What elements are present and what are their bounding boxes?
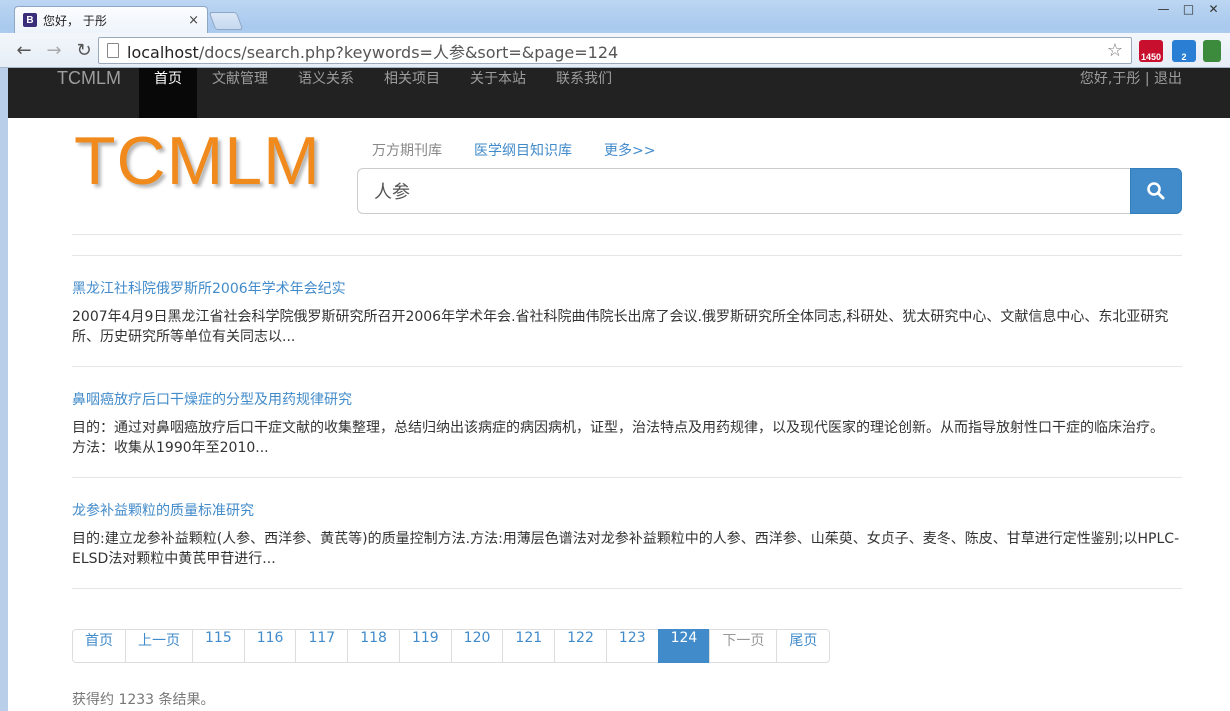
navbar-brand[interactable]: TCMLM: [57, 68, 121, 118]
page-119[interactable]: 119: [398, 629, 452, 663]
nav-links: 首页 文献管理 语义关系 相关项目 关于本站 联系我们: [139, 68, 627, 118]
favicon-icon: B: [23, 13, 37, 27]
window-controls: — □ ✕: [1151, 0, 1226, 18]
browser-tab[interactable]: B 您好， 于彤 ×: [14, 6, 208, 33]
nav-semantic[interactable]: 语义关系: [283, 68, 369, 118]
page-116[interactable]: 116: [243, 629, 297, 663]
page-115[interactable]: 115: [192, 629, 245, 663]
nav-home[interactable]: 首页: [139, 68, 197, 118]
pagination: 首页 上一页 115 116 117 118 119 120 121 122 1…: [72, 629, 831, 663]
nav-projects[interactable]: 相关项目: [369, 68, 455, 118]
page-122[interactable]: 122: [554, 629, 607, 663]
site-logo: TCMLM: [74, 123, 321, 199]
forward-icon[interactable]: →: [42, 39, 66, 61]
tab-strip: B 您好， 于彤 × — □ ✕: [0, 0, 1230, 33]
result-snippet: 目的：通过对鼻咽癌放疗后口干症文献的收集整理，总结归纳出该病症的病因病机，证型，…: [72, 420, 1164, 456]
close-tab-icon[interactable]: ×: [188, 13, 199, 28]
divider: [72, 255, 1182, 256]
nav-contact[interactable]: 联系我们: [541, 68, 627, 118]
page-121[interactable]: 121: [502, 629, 556, 663]
search-bar: [357, 168, 1182, 214]
result-count: 获得约 1233 条结果。: [72, 692, 215, 708]
divider: [72, 366, 1182, 367]
result-snippet: 目的:建立龙参补益颗粒(人参、西洋参、黄芪等)的质量控制方法.方法:用薄层色谱法…: [72, 531, 1180, 567]
checker-extension-icon[interactable]: 2: [1172, 40, 1196, 62]
maximize-icon[interactable]: □: [1176, 0, 1201, 18]
back-icon[interactable]: ←: [12, 39, 36, 61]
user-greeting[interactable]: 您好,于彤 | 退出: [1080, 68, 1182, 118]
new-tab-button[interactable]: [208, 12, 244, 30]
nav-literature[interactable]: 文献管理: [197, 68, 283, 118]
result-title[interactable]: 鼻咽癌放疗后口干燥症的分型及用药规律研究: [72, 389, 352, 409]
source-more[interactable]: 更多>>: [604, 140, 655, 160]
page-first[interactable]: 首页: [72, 629, 126, 663]
divider: [72, 477, 1182, 478]
page-last[interactable]: 尾页: [776, 629, 831, 663]
source-tabs: 万方期刊库 医学纲目知识库 更多>>: [372, 140, 687, 160]
result-title[interactable]: 黑龙江社科院俄罗斯所2006年学术年会纪实: [72, 278, 346, 298]
page-117[interactable]: 117: [295, 629, 349, 663]
search-button[interactable]: [1130, 168, 1182, 214]
browser-chrome: B 您好， 于彤 × — □ ✕ ← → ↻ localhost/docs/se…: [0, 0, 1230, 68]
result-snippet: 2007年4月9日黑龙江省社会科学院俄罗斯研究所召开2006年学术年会.省社科院…: [72, 309, 1169, 345]
page-120[interactable]: 120: [450, 629, 504, 663]
tab-title: 您好， 于彤: [43, 13, 107, 28]
bookmark-star-icon[interactable]: ☆: [1107, 40, 1123, 61]
divider: [72, 234, 1182, 235]
divider: [72, 588, 1182, 589]
close-window-icon[interactable]: ✕: [1201, 0, 1226, 18]
reload-icon[interactable]: ↻: [72, 39, 96, 61]
gmail-extension-icon[interactable]: 1450: [1139, 40, 1163, 62]
address-bar[interactable]: localhost/docs/search.php?keywords=人参&so…: [98, 37, 1132, 64]
window-frame: [0, 68, 8, 711]
source-wanfang[interactable]: 万方期刊库: [372, 140, 442, 160]
page-prev[interactable]: 上一页: [125, 629, 193, 663]
page-118[interactable]: 118: [347, 629, 400, 663]
search-icon: [1147, 182, 1165, 200]
url-text: localhost/docs/search.php?keywords=人参&so…: [127, 42, 619, 62]
browser-toolbar: ← → ↻ localhost/docs/search.php?keywords…: [0, 33, 1230, 68]
page-next: 下一页: [709, 629, 778, 663]
page-icon: [107, 43, 119, 58]
search-input[interactable]: [357, 168, 1130, 214]
puzzle-extension-icon[interactable]: [1203, 40, 1221, 62]
page-124-current[interactable]: 124: [657, 629, 711, 663]
page-123[interactable]: 123: [605, 629, 659, 663]
source-yixuegangmu[interactable]: 医学纲目知识库: [474, 140, 572, 160]
minimize-icon[interactable]: —: [1151, 0, 1176, 18]
result-title[interactable]: 龙参补益颗粒的质量标准研究: [72, 500, 254, 520]
site-navbar: TCMLM 首页 文献管理 语义关系 相关项目 关于本站 联系我们 您好,于彤 …: [8, 68, 1230, 118]
nav-about[interactable]: 关于本站: [455, 68, 541, 118]
